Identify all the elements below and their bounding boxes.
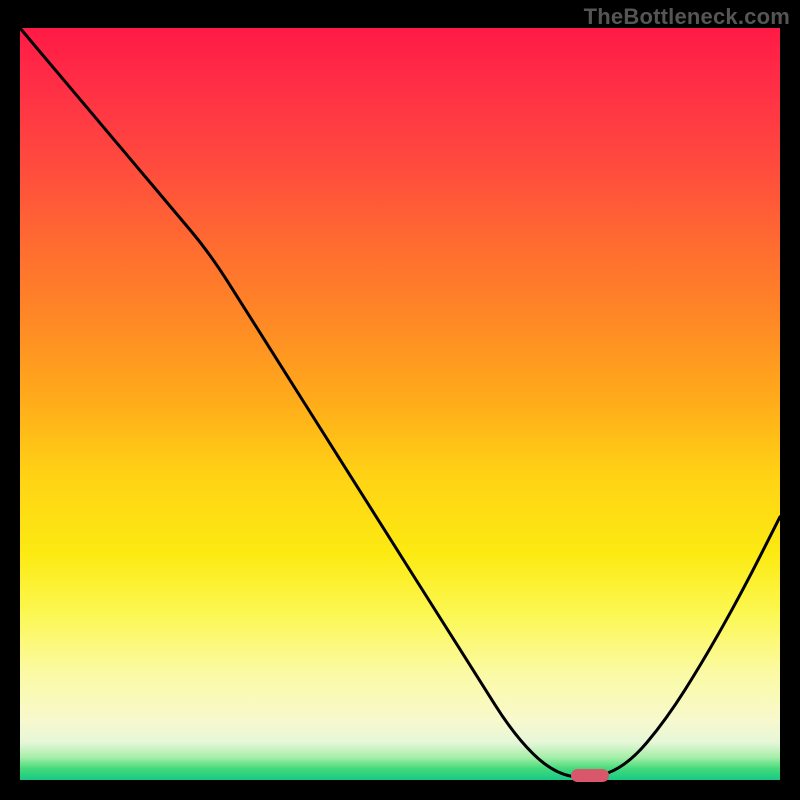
watermark-text: TheBottleneck.com (584, 4, 790, 30)
chart-frame: TheBottleneck.com (0, 0, 800, 800)
plot-area (20, 28, 780, 780)
bottleneck-curve (20, 28, 780, 777)
optimal-marker (571, 769, 609, 782)
chart-svg (20, 28, 780, 780)
